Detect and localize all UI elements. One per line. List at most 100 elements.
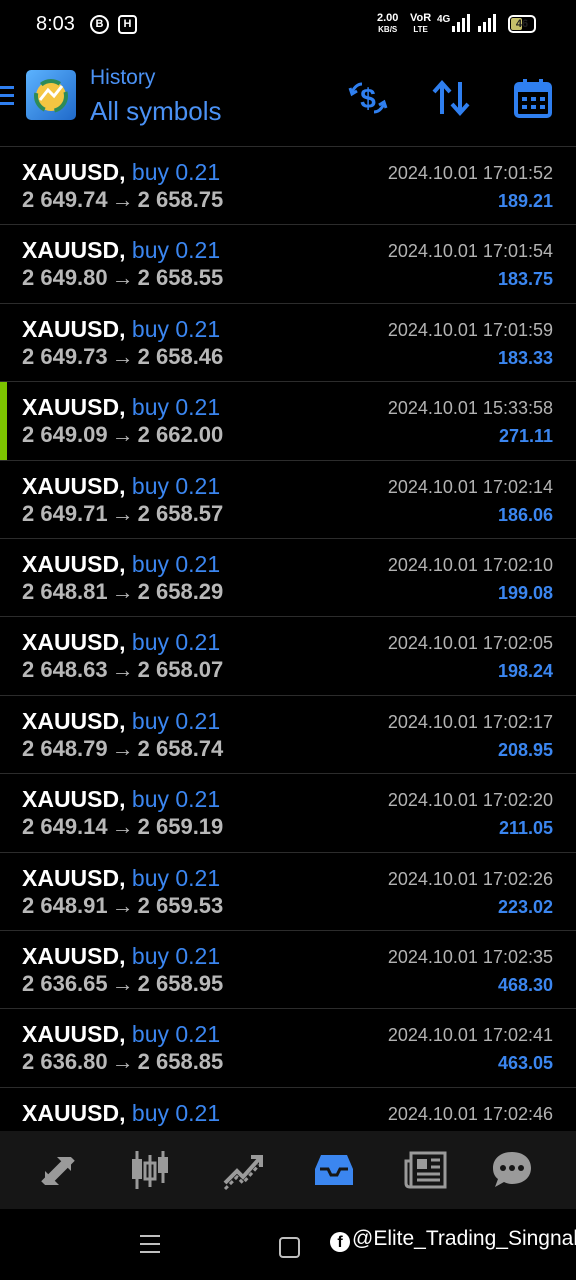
open-price: 2 636.65 bbox=[22, 970, 108, 996]
close-price: 2 658.74 bbox=[137, 735, 224, 761]
close-price: 2 658.95 bbox=[137, 970, 224, 996]
dollar-refresh-icon[interactable]: $ bbox=[346, 76, 390, 120]
calendar-icon[interactable] bbox=[511, 76, 555, 120]
trade-side-volume: buy 0.21 bbox=[131, 159, 221, 185]
status-time: 8:03 bbox=[36, 13, 75, 35]
quotes-arrows-icon bbox=[41, 1157, 75, 1185]
open-price: 2 649.74 bbox=[22, 187, 108, 212]
trade-time: 2024.10.01 17:02:10 bbox=[387, 554, 553, 575]
open-price: 2 649.14 bbox=[22, 814, 108, 840]
bottom-tab-bar bbox=[0, 1131, 576, 1209]
inbox-tray-icon bbox=[315, 1155, 353, 1185]
network-speed: 2.00 KB/S bbox=[377, 12, 399, 35]
metatrader-logo-icon bbox=[26, 70, 76, 120]
menu-icon[interactable] bbox=[0, 86, 14, 108]
arrow-right-icon: → bbox=[111, 578, 134, 604]
network-type: 4G bbox=[437, 14, 451, 25]
trade-profit: 223.02 bbox=[497, 896, 553, 917]
trade-row[interactable]: XAUUSD, buy 0.21 2 648.91 → 2 659.53 2024.… bbox=[0, 851, 576, 930]
sort-icon[interactable] bbox=[429, 76, 473, 120]
home-icon[interactable] bbox=[279, 1237, 300, 1258]
open-price: 2 648.79 bbox=[22, 735, 108, 761]
trade-row[interactable]: XAUUSD, buy 0.21 2 649.71 → 2 658.57 2024.… bbox=[0, 459, 576, 538]
tab-trade[interactable] bbox=[219, 1147, 265, 1193]
trade-symbol: XAUUSD, bbox=[22, 629, 126, 656]
chat-bubble-icon bbox=[493, 1152, 531, 1187]
trade-side-volume: buy 0.21 bbox=[131, 786, 221, 813]
arrow-right-icon: → bbox=[111, 735, 134, 761]
trade-row[interactable]: XAUUSD, buy 0.21 2 636.65 → 2 658.95 2024.… bbox=[0, 929, 576, 1008]
arrow-right-icon: → bbox=[111, 892, 134, 918]
trade-side-volume: buy 0.21 bbox=[131, 237, 221, 264]
trade-row[interactable]: XAUUSD, buy 0.21 → 2024.10.01 17:02:46 bbox=[0, 1086, 576, 1131]
arrow-right-icon: → bbox=[111, 970, 134, 996]
arrow-right-icon: → bbox=[111, 422, 134, 448]
tab-messages[interactable] bbox=[489, 1147, 535, 1193]
trade-row[interactable]: XAUUSD, buy 0.21 2 649.80 → 2 658.55 2024.… bbox=[0, 224, 576, 302]
tab-quotes[interactable] bbox=[35, 1147, 81, 1193]
trade-symbol: XAUUSD, bbox=[22, 550, 126, 577]
tab-chart[interactable] bbox=[127, 1147, 173, 1193]
trade-symbol: XAUUSD, bbox=[22, 942, 126, 969]
open-price: 2 648.63 bbox=[22, 657, 108, 683]
arrow-right-icon: → bbox=[111, 814, 134, 840]
trade-time: 2024.10.01 17:01:59 bbox=[387, 319, 553, 340]
close-price: 2 662.00 bbox=[137, 422, 224, 448]
arrow-right-icon: → bbox=[111, 187, 134, 212]
trade-time: 2024.10.01 17:02:26 bbox=[387, 868, 553, 889]
trade-row[interactable]: XAUUSD, buy 0.21 2 649.14 → 2 659.19 2024.… bbox=[0, 773, 576, 851]
watermark: f @Elite_Trading_Singnal bbox=[330, 1227, 576, 1252]
notification-b-icon: B bbox=[90, 15, 109, 34]
trade-side-volume: buy 0.21 bbox=[131, 942, 221, 969]
trade-row[interactable]: XAUUSD, buy 0.21 2 649.09 → 2 662.00 2024.… bbox=[0, 381, 576, 460]
trade-time: 2024.10.01 17:02:14 bbox=[387, 476, 553, 497]
arrow-right-icon: → bbox=[111, 1049, 134, 1075]
trade-symbol: XAUUSD, bbox=[22, 159, 126, 185]
trade-row[interactable]: XAUUSD, buy 0.21 2 649.74 → 2 658.75 2024.… bbox=[0, 146, 576, 224]
trade-row[interactable]: XAUUSD, buy 0.21 2 648.63 → 2 658.07 2024.… bbox=[0, 616, 576, 694]
trade-line-icon bbox=[223, 1155, 263, 1191]
open-price: 2 648.81 bbox=[22, 578, 108, 604]
history-list[interactable]: XAUUSD, buy 0.21 2 649.74 → 2 658.75 2024.… bbox=[0, 146, 576, 1131]
trade-symbol: XAUUSD, bbox=[22, 786, 126, 813]
trade-profit: 198.24 bbox=[497, 661, 553, 682]
app-header: History All symbols $ bbox=[0, 52, 576, 146]
trade-symbol: XAUUSD, bbox=[22, 1021, 126, 1048]
trade-side-volume: buy 0.21 bbox=[131, 1099, 221, 1126]
trade-row[interactable]: XAUUSD, buy 0.21 2 649.73 → 2 658.46 2024.… bbox=[0, 302, 576, 381]
trade-side-volume: buy 0.21 bbox=[131, 472, 221, 499]
tab-news[interactable] bbox=[403, 1147, 449, 1193]
trade-profit: 463.05 bbox=[497, 1053, 553, 1074]
close-price: 2 658.75 bbox=[137, 187, 224, 212]
trade-side-volume: buy 0.21 bbox=[131, 394, 221, 421]
trade-row[interactable]: XAUUSD, buy 0.21 2 648.79 → 2 658.74 2024.… bbox=[0, 694, 576, 773]
arrow-right-icon: → bbox=[111, 500, 134, 526]
signal-strength-icon bbox=[452, 14, 470, 32]
trade-side-volume: buy 0.21 bbox=[131, 864, 221, 891]
close-price: 2 658.46 bbox=[137, 343, 224, 369]
trade-row[interactable]: XAUUSD, buy 0.21 2 648.81 → 2 658.29 2024.… bbox=[0, 537, 576, 616]
recents-icon[interactable] bbox=[140, 1235, 160, 1259]
trade-profit: 468.30 bbox=[497, 974, 553, 995]
trade-row[interactable]: XAUUSD, buy 0.21 2 636.80 → 2 658.85 2024.… bbox=[0, 1008, 576, 1086]
arrow-right-icon: → bbox=[111, 343, 134, 369]
trade-profit: 199.08 bbox=[497, 582, 553, 603]
facebook-icon: f bbox=[330, 1232, 350, 1252]
open-price: 2 636.80 bbox=[22, 1049, 108, 1075]
page-title[interactable]: All symbols bbox=[90, 96, 221, 127]
trade-time: 2024.10.01 17:01:52 bbox=[387, 163, 553, 183]
volte-indicator: VoR LTE bbox=[410, 12, 432, 35]
trade-symbol: XAUUSD, bbox=[22, 394, 126, 421]
tab-history[interactable] bbox=[311, 1147, 357, 1193]
trade-symbol: XAUUSD, bbox=[22, 237, 126, 264]
svg-text:$: $ bbox=[360, 83, 376, 114]
battery-level: 46 bbox=[515, 18, 529, 30]
trade-side-volume: buy 0.21 bbox=[131, 315, 221, 342]
open-price: 2 649.80 bbox=[22, 265, 108, 291]
notification-h-icon: H bbox=[118, 15, 137, 34]
close-price: 2 658.57 bbox=[137, 500, 224, 526]
close-price: 2 658.55 bbox=[137, 265, 224, 291]
newspaper-icon bbox=[404, 1151, 447, 1189]
open-price: 2 649.71 bbox=[22, 500, 108, 526]
trade-time: 2024.10.01 17:02:05 bbox=[387, 633, 553, 654]
